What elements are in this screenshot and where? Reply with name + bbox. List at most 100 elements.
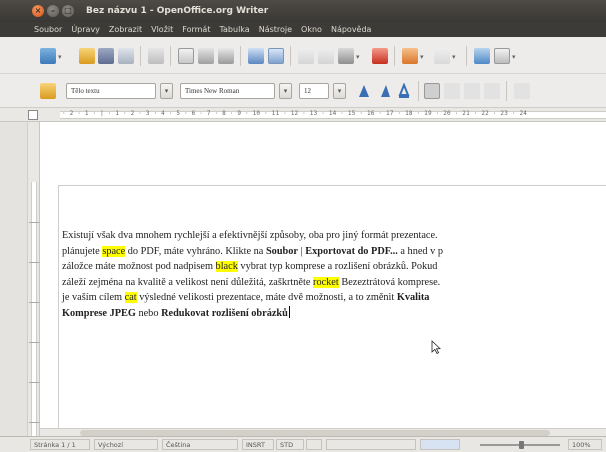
styles-formatting-icon[interactable] (40, 83, 56, 99)
align-right-icon[interactable] (464, 83, 480, 99)
text-run: nebo (135, 307, 162, 319)
insert-mode-status[interactable]: INSRT (242, 439, 274, 450)
copy-icon[interactable] (318, 48, 334, 64)
undo-icon[interactable] (402, 48, 418, 64)
text-run: a hned v p (397, 245, 444, 257)
signature-status (326, 439, 416, 450)
redo-icon[interactable] (434, 48, 450, 64)
bold-text: Soubor (265, 245, 299, 257)
highlighted-word: black (215, 261, 238, 273)
highlighted-word: rocket (313, 276, 339, 288)
horizontal-ruler[interactable]: · 2 · 1 · | · 1 · 2 · 3 · 4 · 5 · 6 · 7 … (0, 108, 606, 122)
email-icon[interactable] (118, 48, 134, 64)
clone-formatting-icon[interactable] (372, 48, 388, 64)
menu-okno[interactable]: Okno (301, 25, 322, 34)
new-document-icon[interactable] (40, 48, 56, 64)
text-run: Existují však dva mnohem rychlejší a efe… (62, 230, 438, 241)
toolbar-separator (290, 46, 291, 66)
text-run: plánujete (62, 245, 103, 257)
paste-dropdown-icon[interactable]: ▾ (356, 54, 362, 61)
menu-vlozit[interactable]: Vložit (151, 25, 173, 34)
spellcheck-icon[interactable] (248, 48, 264, 64)
menu-upravy[interactable]: Úpravy (71, 25, 100, 34)
italic-icon[interactable] (376, 83, 392, 99)
font-name-select[interactable]: Times New Roman (180, 83, 275, 99)
toolbar-separator (140, 46, 141, 66)
vertical-ruler-tick (29, 382, 39, 383)
bold-text: Kvalita (396, 292, 430, 304)
text-run: vybrat typ komprese a rozlišení obrázků.… (237, 261, 438, 273)
text-line: záleží zejména na kvalitě a velikost nen… (62, 275, 606, 291)
text-run: do PDF, máte vyhráno. Klikte na (125, 245, 266, 257)
text-run: je vaším cílem (62, 292, 125, 304)
zoom-slider-knob[interactable] (519, 441, 524, 449)
print-preview-icon[interactable] (218, 48, 234, 64)
open-folder-icon[interactable] (79, 48, 95, 64)
menu-nastroje[interactable]: Nástroje (259, 25, 292, 34)
document-body-text[interactable]: Existují však dva mnohem rychlejší a efe… (62, 228, 606, 322)
export-pdf-icon[interactable] (178, 48, 194, 64)
horizontal-scrollbar[interactable] (40, 428, 606, 436)
highlighted-word: space (102, 245, 126, 257)
zoom-level[interactable]: 100% (568, 439, 602, 450)
print-icon[interactable] (198, 48, 214, 64)
paste-icon[interactable] (338, 48, 354, 64)
minimize-window-button[interactable]: – (47, 5, 59, 17)
autospellcheck-icon[interactable] (268, 48, 284, 64)
menu-soubor[interactable]: Soubor (34, 25, 62, 34)
vertical-ruler-tick (29, 422, 39, 423)
redo-dropdown-icon[interactable]: ▾ (452, 54, 458, 61)
vertical-ruler-tick (29, 222, 39, 223)
cut-icon[interactable] (298, 48, 314, 64)
save-icon[interactable] (98, 48, 114, 64)
text-run: Bezeztrátová komprese. (338, 276, 441, 288)
table-dropdown-icon[interactable]: ▾ (512, 54, 518, 61)
table-icon[interactable] (494, 48, 510, 64)
font-size-dropdown-icon[interactable]: ▾ (333, 83, 346, 99)
numbering-icon[interactable] (514, 83, 530, 99)
bold-icon[interactable] (356, 83, 372, 99)
selection-mode-status[interactable]: STD (276, 439, 304, 450)
standard-toolbar: ▾ ▾ ▾ ▾ ▾ (0, 37, 606, 74)
underline-icon[interactable] (396, 82, 412, 99)
page-style-status[interactable]: Výchozí (94, 439, 158, 450)
font-name-dropdown-icon[interactable]: ▾ (279, 83, 292, 99)
text-line: Komprese JPEG nebo Redukovat rozlišení o… (62, 305, 606, 322)
paragraph-style-select[interactable]: Tělo textu (66, 83, 156, 99)
vertical-ruler[interactable] (28, 122, 40, 436)
maximize-window-button[interactable]: □ (62, 5, 74, 17)
toolbar-separator (240, 46, 241, 66)
toolbar-separator (418, 81, 419, 101)
text-run: záleží zejména na kvalitě a velikost nen… (62, 276, 314, 288)
edit-file-icon[interactable] (148, 48, 164, 64)
vertical-ruler-tick (29, 342, 39, 343)
window-controls: × – □ (32, 5, 74, 17)
view-layout-buttons[interactable] (420, 439, 460, 450)
paragraph-style-dropdown-icon[interactable]: ▾ (160, 83, 173, 99)
new-dropdown-icon[interactable]: ▾ (58, 54, 64, 61)
justify-icon[interactable] (484, 83, 500, 99)
window-title: Bez názvu 1 - OpenOffice.org Writer (86, 6, 269, 16)
hyperlink-icon[interactable] (474, 48, 490, 64)
page-count-status[interactable]: Stránka 1 / 1 (30, 439, 90, 450)
align-center-icon[interactable] (444, 83, 460, 99)
text-line: plánujete space do PDF, máte vyhráno. Kl… (62, 244, 606, 260)
menu-zobrazit[interactable]: Zobrazit (109, 25, 142, 34)
language-status[interactable]: Čeština (162, 439, 238, 450)
menu-tabulka[interactable]: Tabulka (219, 25, 249, 34)
text-line: záložce máte možnost pod nadpisem black … (62, 259, 606, 275)
menu-napoveda[interactable]: Nápověda (331, 25, 372, 34)
font-size-select[interactable]: 12 (299, 83, 329, 99)
menu-format[interactable]: Formát (182, 25, 210, 34)
ruler-marks: · 2 · 1 · | · 1 · 2 · 3 · 4 · 5 · 6 · 7 … (62, 110, 528, 117)
title-bar: × – □ Bez názvu 1 - OpenOffice.org Write… (0, 0, 606, 22)
bold-text: Komprese JPEG (62, 307, 136, 319)
text-run: záložce máte možnost pod nadpisem (62, 261, 216, 273)
tab-stop-selector[interactable] (28, 110, 38, 120)
toolbar-separator (170, 46, 171, 66)
close-window-button[interactable]: × (32, 5, 44, 17)
toolbar-separator (506, 81, 507, 101)
undo-dropdown-icon[interactable]: ▾ (420, 54, 426, 61)
vertical-ruler-tick (29, 262, 39, 263)
align-left-icon[interactable] (424, 83, 440, 99)
